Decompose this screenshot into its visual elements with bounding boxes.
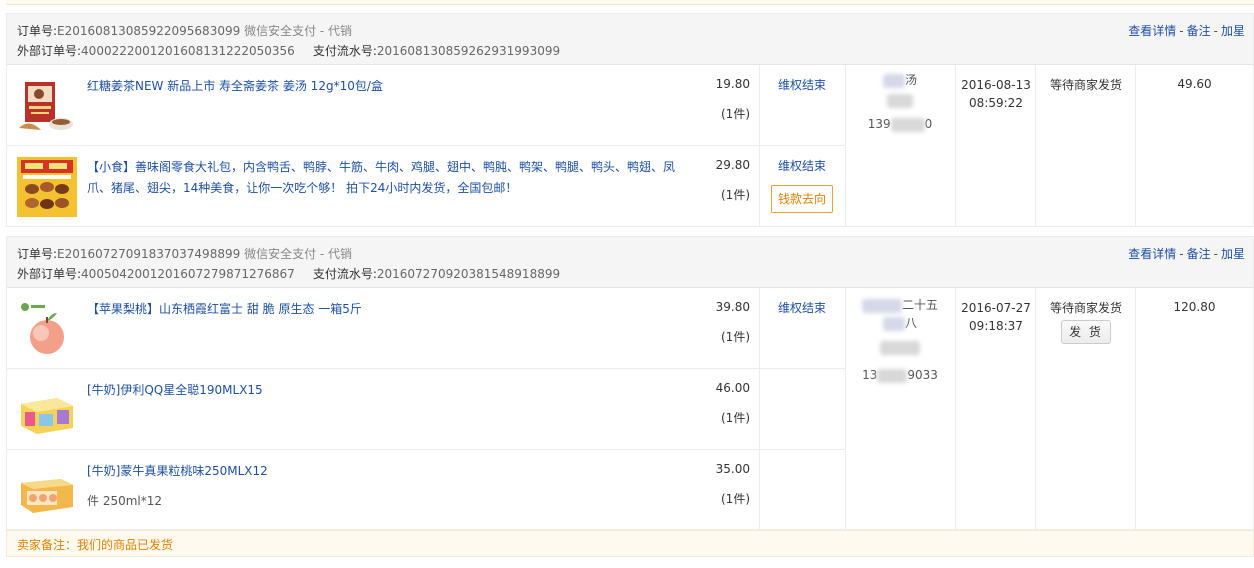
payment-flow-label: 支付流水号: [312, 44, 377, 58]
apple-product-image[interactable] [17, 299, 77, 359]
payment-flow-number: 2016072709203815489188​99 [376, 267, 561, 281]
order-body: 【苹果梨桃】山东栖霞红富士 甜 脆 原生态 一箱5斤 39.80 (1件) 维权… [7, 288, 1253, 530]
order-card: 订单号:E20160813085922095683099 微信安全支付 - 代销… [6, 13, 1254, 227]
note-link[interactable]: 备注 [1187, 247, 1211, 261]
order-item: [牛奶]伊利QQ星全聪190MLX15 46.00 (1件) [7, 369, 845, 450]
item-quantity: (1件) [721, 411, 750, 425]
order-number: E20160727091837037498899 [57, 247, 241, 261]
refund-status-link[interactable]: 维权结束 [759, 299, 845, 316]
external-order-line: 外部订单号:4000222001201608131222050356 支付流水号:… [17, 42, 560, 59]
buyer-phone-suffix: 0 [924, 117, 933, 131]
refund-status-link[interactable]: 维权结束 [759, 157, 845, 174]
buyer-address-fragment: 八 [904, 316, 917, 330]
buyer-info: 二十五 八 13 9033 [846, 296, 954, 384]
note-link[interactable]: 备注 [1187, 24, 1211, 38]
column-divider [759, 65, 760, 227]
order-body: 红糖姜茶NEW 新品上市 寿全斋姜茶 姜汤 12g*10包/盒 19.80 (1… [7, 65, 1253, 227]
product-name-link[interactable]: [牛奶]伊利QQ星全聪190MLX15 [87, 380, 697, 401]
order-total: 49.60 [1177, 77, 1212, 91]
item-quantity: (1件) [721, 107, 750, 121]
order-number: E20160813085922095683099 [57, 24, 241, 38]
buyer-phone-suffix: 9033 [907, 368, 938, 382]
order-number-line: 订单号:E20160813085922095683099 微信安全支付 - 代销 [17, 22, 352, 39]
order-status: 等待商家发货 [1049, 301, 1122, 315]
column-divider [759, 288, 760, 530]
product-name-link[interactable]: 【苹果梨桃】山东栖霞红富士 甜 脆 原生态 一箱5斤 [87, 299, 697, 320]
payment-flow-label: 支付流水号: [312, 267, 377, 281]
masked-buyer-address [861, 298, 902, 313]
item-price: 19.80 [715, 77, 750, 91]
order-clock: 09:18:37 [969, 319, 1023, 333]
order-actions: 查看详情 - 备注 - 加星 [1128, 24, 1245, 38]
buyer-phone-prefix: 139 [867, 117, 891, 131]
external-order-label: 外部订单号: [17, 44, 82, 58]
top-strip [6, 0, 1254, 5]
order-header: 订单号:E20160813085922095683099 微信安全支付 - 代销… [7, 14, 1253, 65]
external-order-label: 外部订单号: [17, 267, 82, 281]
seller-remark-label: 卖家备注： [17, 538, 78, 552]
milk-box-product-image[interactable] [17, 380, 77, 440]
external-order-line: 外部订单号:4005042001201607279871276867 支付流水号:… [17, 265, 560, 282]
item-quantity: (1件) [721, 492, 750, 506]
order-clock: 08:59:22 [969, 96, 1023, 110]
seller-remark-text: 我们的商品已发货 [77, 538, 174, 552]
product-name-link[interactable]: 红糖姜茶NEW 新品上市 寿全斋姜茶 姜汤 12g*10包/盒 [87, 76, 697, 97]
masked-buyer-name [882, 73, 905, 88]
buyer-name-fragment: 汤 [904, 73, 917, 87]
ginger-tea-product-image[interactable] [17, 76, 77, 136]
star-link[interactable]: 加星 [1221, 24, 1245, 38]
order-time: 2016-08-13 08:59:22 [956, 76, 1036, 112]
payment-flow-number: 2016081308592629319930​99 [376, 44, 561, 58]
order-header: 订单号:E20160727091837037498899 微信安全支付 - 代销… [7, 237, 1253, 288]
product-name-link[interactable]: 【小食】善味阁零食大礼包，内含鸭舌、鸭脖、牛筋、牛肉、鸡腿、翅中、鸭肫、鸭架、鸭… [87, 157, 697, 199]
order-number-line: 订单号:E20160727091837037498899 微信安全支付 - 代销 [17, 245, 352, 262]
seller-remark: 卖家备注：我们的商品已发货 [6, 530, 1254, 557]
order-item: 【苹果梨桃】山东栖霞红富士 甜 脆 原生态 一箱5斤 39.80 (1件) 维权… [7, 288, 845, 369]
order-item: 红糖姜茶NEW 新品上市 寿全斋姜茶 姜汤 12g*10包/盒 19.80 (1… [7, 65, 845, 146]
payment-type: 微信安全支付 - 代销 [244, 24, 353, 38]
masked-buyer-name [880, 340, 920, 355]
order-number-label: 订单号: [17, 247, 58, 261]
item-price: 29.80 [715, 158, 750, 172]
buyer-phone-prefix: 13 [862, 368, 878, 382]
item-price: 46.00 [715, 381, 750, 395]
order-card: 订单号:E20160727091837037498899 微信安全支付 - 代销… [6, 236, 1254, 530]
buyer-address-fragment: 二十五 [901, 298, 938, 312]
order-number-label: 订单号: [17, 24, 58, 38]
item-quantity: (1件) [721, 188, 750, 202]
star-link[interactable]: 加星 [1221, 247, 1245, 261]
item-price: 35.00 [715, 462, 750, 476]
order-actions: 查看详情 - 备注 - 加星 [1128, 247, 1245, 261]
order-status-cell: 等待商家发货 发 货 [1036, 299, 1136, 344]
order-date: 2016-08-13 [961, 78, 1031, 92]
order-total: 120.80 [1173, 300, 1216, 314]
order-item: [牛奶]蒙牛真果粒桃味250MLX12 件 250ml*12 35.00 (1件… [7, 450, 845, 530]
payment-type: 微信安全支付 - 代销 [244, 247, 353, 261]
masked-buyer-phone [890, 117, 925, 132]
snack-pack-product-image[interactable] [17, 157, 77, 217]
external-order-number: 4000222001201608131222050356 [81, 44, 295, 58]
buyer-info: 汤 139 0 [846, 71, 954, 133]
masked-buyer-phone [877, 368, 908, 383]
item-price: 39.80 [715, 300, 750, 314]
view-details-link[interactable]: 查看详情 [1128, 24, 1176, 38]
product-spec: 件 250ml*12 [87, 494, 163, 508]
masked-buyer-address [882, 316, 905, 331]
item-quantity: (1件) [721, 330, 750, 344]
view-details-link[interactable]: 查看详情 [1128, 247, 1176, 261]
order-date: 2016-07-27 [961, 301, 1031, 315]
product-name-link[interactable]: [牛奶]蒙牛真果粒桃味250MLX12 [87, 461, 697, 482]
money-flow-button[interactable]: 钱款去向 [771, 185, 833, 213]
ship-button[interactable]: 发 货 [1061, 320, 1111, 344]
order-time: 2016-07-27 09:18:37 [956, 299, 1036, 335]
refund-status-link[interactable]: 维权结束 [759, 76, 845, 93]
fruit-milk-product-image[interactable] [17, 461, 77, 521]
order-status: 等待商家发货 [1049, 78, 1122, 92]
masked-buyer-address [887, 93, 913, 108]
order-item: 【小食】善味阁零食大礼包，内含鸭舌、鸭脖、牛筋、牛肉、鸡腿、翅中、鸭肫、鸭架、鸭… [7, 146, 845, 227]
external-order-number: 4005042001201607279871276867 [81, 267, 295, 281]
